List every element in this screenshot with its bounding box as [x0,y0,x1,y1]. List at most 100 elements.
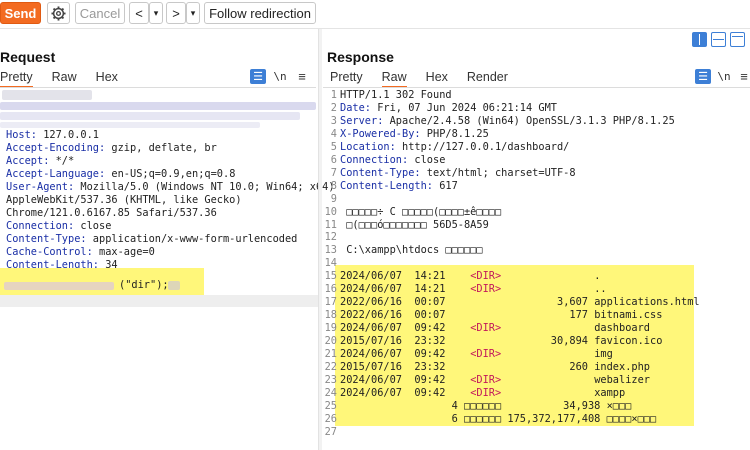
request-body-line[interactable]: ("dir"); [0,279,204,293]
entry-name: .. [594,283,607,296]
follow-redirection-button[interactable]: Follow redirection [204,2,316,24]
line-content: X-Powered-By: PHP/8.1.25 [340,128,489,141]
response-tab-hex[interactable]: Hex [426,70,448,88]
pane-splitter[interactable] [318,29,322,450]
entry-dir-tag: <DIR> [470,270,502,283]
redacted-block [4,282,114,290]
line-number: 13 [324,244,337,257]
entry-dir-tag [470,296,501,308]
entry-dir-tag [470,335,501,347]
line-number: 5 [330,140,337,153]
request-newline-toggle[interactable]: \n [272,69,288,84]
request-line: Accept-Language: en-US;q=0.9,en;q=0.8 [6,168,235,181]
entry-size: 260 [501,360,595,373]
request-pane-title: Request [0,49,56,65]
toolbar: Send Cancel < ▾ > ▾ Follow redirection [0,0,750,28]
back-button[interactable]: < [129,2,149,24]
summary-text: 6 □□□□□□ 175,372,177,408 □□□□×□□□ [340,412,657,425]
header-name: Accept-Encoding: [6,141,106,154]
line-number: 1 [330,89,337,101]
forward-history-dropdown[interactable]: ▾ [186,2,200,24]
header-value: 127.0.0.1 [37,129,99,141]
header-name: X-Powered-By: [340,127,421,140]
line-content: 2015/07/16 23:32 260 index.php [340,361,650,374]
request-tab-pretty[interactable]: Pretty [0,70,33,88]
request-pretty-print-toggle[interactable]: ☰ [250,69,266,84]
response-tab-render[interactable]: Render [467,70,508,88]
line-number: 8 [330,179,337,192]
response-editor[interactable]: 1 HTTP/1.1 302 Found 2 Date: Fri, 07 Jun 20… [323,89,750,439]
header-name: Content-Type: [340,166,421,179]
entry-date: 2024/06/07 [340,322,415,335]
line-number: 2 [330,101,337,114]
layout-top-bottom-toggle[interactable] [711,32,726,47]
header-value: 617 [433,179,458,192]
wrap-lines-icon: ☰ [253,71,263,83]
entry-time: 09:42 [414,322,471,335]
line-content: 2024/06/07 09:42 <DIR> webalizer [340,374,650,387]
entry-size [501,322,594,334]
response-line: 1 HTTP/1.1 302 Found [323,89,750,102]
line-number: 17 [324,296,337,309]
request-line: Connection: close [6,220,111,233]
entry-dir-tag: <DIR> [470,348,502,360]
request-line: Content-Type: application/x-www-form-url… [6,233,297,246]
line-content: C:\xampp\htdocs □□□□□□ [340,244,483,257]
line-content: Connection: close [340,154,445,167]
layout-side-by-side-toggle[interactable] [692,32,707,47]
response-line: 19 2024/06/07 09:42 <DIR> dashboard [323,322,750,335]
request-options-menu[interactable]: ≡ [294,69,310,84]
back-history-dropdown[interactable]: ▾ [149,2,163,24]
response-tab-raw[interactable]: Raw [381,70,407,88]
entry-size: 3,607 [501,296,595,309]
line-number: 27 [324,425,337,438]
line-number: 23 [324,373,337,386]
response-tab-pretty[interactable]: Pretty [330,70,363,88]
forward-button[interactable]: > [166,2,186,24]
request-body-text: ("dir"); [119,279,169,291]
header-name: Host: [6,129,37,141]
response-line: 10 □□□□□÷ C □□□□□(□□□□±ê□□□□ [323,206,750,219]
entry-dir-tag: <DIR> [470,322,502,335]
entry-name: index.php [594,360,650,373]
line-content: 2024/06/07 09:42 <DIR> img [340,348,613,361]
response-line: 7 Content-Type: text/html; charset=UTF-8 [323,167,750,180]
request-editor[interactable]: Host: 127.0.0.1 Accept-Encoding: gzip, de… [0,90,335,420]
redacted-block [168,281,180,290]
entry-date: 2024/06/07 [340,386,415,399]
line-content: Server: Apache/2.4.58 (Win64) OpenSSL/3.… [340,115,675,128]
response-newline-toggle[interactable]: \n [716,69,732,84]
line-content: 2022/06/16 00:07 3,607 applications.html [340,296,700,309]
send-button[interactable]: Send [0,2,41,24]
settings-gear-button[interactable] [47,2,70,24]
entry-time: 14:21 [414,270,471,283]
response-line: 22 2015/07/16 23:32 260 index.php [323,361,750,374]
response-pane-title: Response [327,49,394,65]
response-line: 27 [323,426,750,439]
header-value: C:\xampp\htdocs □□□□□□ [340,244,483,257]
response-line: 26 6 □□□□□□ 175,372,177,408 □□□□×□□□ [323,413,750,426]
header-value: AppleWebKit/537.36 (KHTML, like Gecko) [6,193,242,206]
entry-name: xampp [594,386,626,399]
line-number: 22 [324,360,337,373]
cancel-button[interactable]: Cancel [75,2,125,24]
entry-dir-tag: <DIR> [470,373,502,386]
header-name: Connection: [340,153,409,166]
request-tab-hex[interactable]: Hex [96,70,118,88]
layout-tabs-toggle[interactable] [730,32,745,47]
entry-name: webalizer [594,373,650,386]
header-value: close [408,153,446,166]
entry-time: 23:32 [414,335,471,348]
line-content: 6 □□□□□□ 175,372,177,408 □□□□×□□□ [340,412,657,426]
entry-dir-tag [470,309,501,321]
toolbar-divider [0,28,750,29]
response-line: 17 2022/06/16 00:07 3,607 applications.ht… [323,296,750,309]
response-pretty-print-toggle[interactable]: ☰ [695,69,711,84]
entry-time: 23:32 [414,360,471,373]
entry-date: 2024/06/07 [340,373,415,386]
request-tab-raw[interactable]: Raw [52,70,77,88]
entry-size [501,283,594,295]
response-line: 14 [323,257,750,270]
response-options-menu[interactable]: ≡ [736,69,750,84]
entry-date: 2024/06/07 [340,283,415,296]
